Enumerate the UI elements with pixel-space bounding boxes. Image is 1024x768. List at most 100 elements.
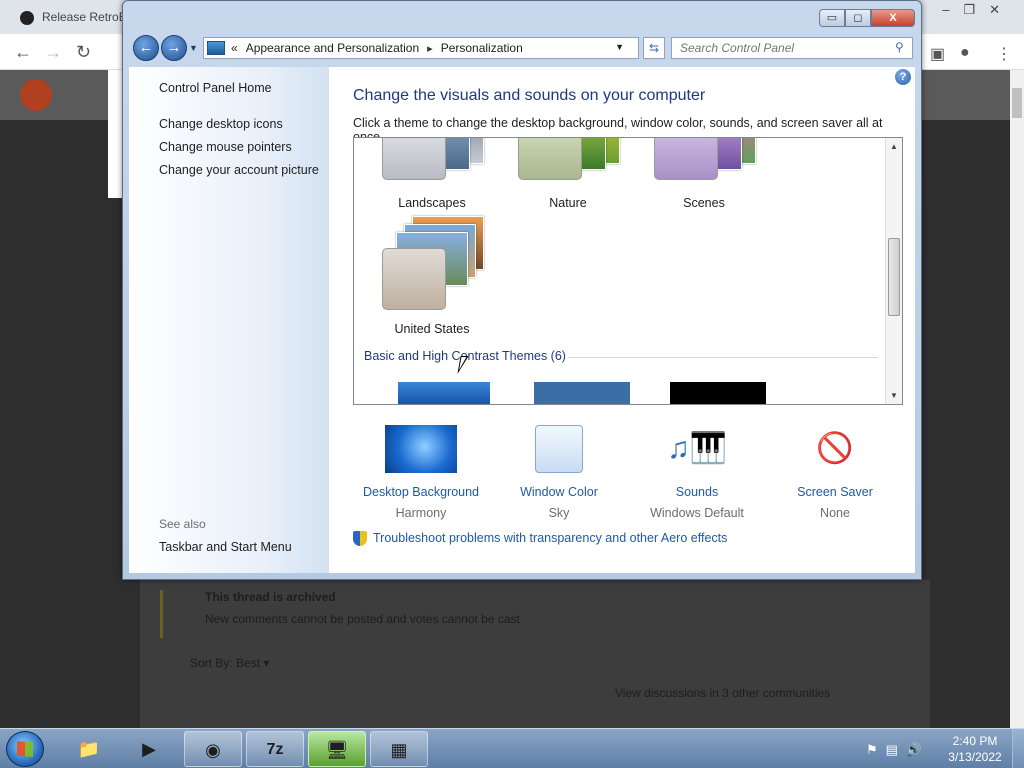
scroll-down-icon[interactable]: ▼: [890, 391, 898, 400]
control-panel-icon: [207, 41, 225, 55]
breadcrumb-personalization[interactable]: Personalization: [441, 41, 523, 55]
window-color-icon: [535, 425, 583, 473]
theme-windows-classic[interactable]: [534, 382, 630, 404]
theme-landscapes-label: Landscapes: [398, 196, 466, 210]
navigation-bar: ← → ▼ « Appearance and Personalization ▸…: [131, 35, 915, 61]
start-button[interactable]: [6, 731, 44, 767]
sounds-link[interactable]: Sounds: [627, 485, 767, 499]
troubleshoot-aero-label: Troubleshoot problems with transparency …: [373, 531, 728, 545]
browser-back-icon[interactable]: ←: [14, 42, 32, 63]
theme-united-states[interactable]: United States: [354, 216, 484, 336]
breadcrumb-overflow[interactable]: «: [231, 41, 238, 55]
notification-area[interactable]: ⚑▤🔊: [866, 742, 930, 758]
taskbar-start-menu-link[interactable]: Taskbar and Start Menu: [159, 540, 292, 554]
theme-landscapes[interactable]: Landscapes: [354, 138, 484, 210]
maximize-button[interactable]: ◻: [845, 9, 871, 27]
close-button[interactable]: X: [871, 9, 915, 27]
gallery-scrollbar[interactable]: ▲ ▼: [885, 138, 902, 404]
browser-forward-icon[interactable]: →: [44, 42, 62, 63]
thread-card: This thread is archived New comments can…: [140, 580, 930, 730]
recent-pages-chevron-icon[interactable]: ▼: [189, 43, 198, 53]
search-icon[interactable]: ⚲: [895, 40, 904, 54]
theme-scenes-preview: [640, 138, 760, 180]
media-player-taskbar-icon[interactable]: ▶: [120, 731, 178, 767]
chrome-taskbar-icon[interactable]: ◉: [184, 731, 242, 767]
reddit-logo[interactable]: [20, 79, 52, 111]
theme-scenes-label: Scenes: [683, 196, 725, 210]
control-panel-taskbar-icon[interactable]: ▦: [370, 731, 428, 767]
remote-desktop-taskbar-icon[interactable]: 🖥: [308, 731, 366, 767]
screen-saver-link[interactable]: Screen Saver: [765, 485, 905, 499]
sounds-value: Windows Default: [650, 506, 744, 520]
window-content: Control Panel Home Change desktop icons …: [129, 67, 915, 573]
change-desktop-icons-link[interactable]: Change desktop icons: [159, 117, 283, 131]
window-color-value: Sky: [548, 506, 570, 520]
archived-notice: This thread is archived New comments can…: [160, 590, 680, 638]
desktop-background-setting[interactable]: Desktop Background Harmony: [351, 425, 491, 520]
theme-settings-row: Desktop Background Harmony Window Color …: [353, 425, 913, 520]
browser-scrollbar[interactable]: [1010, 70, 1024, 728]
archived-title: This thread is archived: [205, 590, 336, 604]
screen-saver-value: None: [820, 506, 850, 520]
browser-window-controls[interactable]: –❐✕: [942, 2, 1014, 18]
group-divider: [568, 357, 878, 358]
theme-nature-label: Nature: [549, 196, 587, 210]
clock-time: 2:40 PM: [952, 734, 998, 748]
window-color-setting[interactable]: Window Color Sky: [489, 425, 629, 520]
show-desktop-button[interactable]: [1012, 729, 1024, 768]
clock-date: 3/13/2022: [948, 750, 1002, 764]
caption-buttons: ▭ ◻ X: [819, 9, 915, 27]
theme-windows-7-basic[interactable]: [398, 382, 490, 404]
change-account-picture-link[interactable]: Change your account picture: [159, 163, 319, 177]
see-also-label: See also: [159, 517, 206, 531]
sort-label: Sort By: Best: [190, 656, 261, 670]
sidebar-toggle-icon[interactable]: ▣: [930, 44, 945, 64]
address-dropdown-icon[interactable]: ▼: [615, 42, 624, 52]
troubleshoot-aero-link[interactable]: Troubleshoot problems with transparency …: [353, 531, 728, 547]
sounds-setting[interactable]: ♫🎹 Sounds Windows Default: [627, 425, 767, 520]
address-bar[interactable]: « Appearance and Personalization ▸ Perso…: [203, 37, 639, 59]
scroll-up-icon[interactable]: ▲: [890, 142, 898, 151]
theme-nature[interactable]: Nature: [490, 138, 620, 210]
theme-nature-preview: [504, 138, 624, 180]
back-button[interactable]: ←: [133, 35, 159, 61]
refresh-button[interactable]: ⇆: [643, 37, 665, 59]
browser-reload-icon[interactable]: ↻: [76, 42, 91, 63]
view-discussions-link[interactable]: View discussions in 3 other communities: [615, 686, 830, 700]
sort-dropdown[interactable]: Sort By: Best ▾: [190, 656, 269, 670]
shield-icon: [353, 531, 367, 547]
theme-united-states-preview: [368, 216, 488, 310]
breadcrumb-separator-icon[interactable]: ▸: [427, 42, 433, 55]
7zip-taskbar-icon[interactable]: 7z: [246, 731, 304, 767]
scroll-thumb[interactable]: [888, 238, 900, 316]
desktop-background-link[interactable]: Desktop Background: [351, 485, 491, 499]
personalization-window: ▭ ◻ X ← → ▼ « Appearance and Personaliza…: [122, 0, 922, 580]
sounds-icon: ♫🎹: [667, 432, 727, 465]
taskbar: 📁 ▶ ◉ 7z 🖥 ▦ ⚑▤🔊 2:40 PM 3/13/2022: [0, 728, 1024, 768]
desktop-background-icon: [385, 425, 457, 473]
minimize-button[interactable]: ▭: [819, 9, 845, 27]
help-icon[interactable]: ?: [895, 69, 911, 85]
browser-menu-icon[interactable]: ⋮: [996, 44, 1012, 64]
search-input[interactable]: [671, 37, 913, 59]
browser-tab-title: Release RetroB: [42, 10, 122, 24]
breadcrumb-appearance[interactable]: Appearance and Personalization: [246, 41, 419, 55]
control-panel-home-link[interactable]: Control Panel Home: [159, 81, 272, 95]
browser-tab[interactable]: Release RetroB: [10, 4, 122, 32]
forward-button[interactable]: →: [161, 35, 187, 61]
screen-saver-setting[interactable]: 🚫 Screen Saver None: [765, 425, 905, 520]
window-color-link[interactable]: Window Color: [489, 485, 629, 499]
github-icon: [20, 10, 34, 25]
archived-text: New comments cannot be posted and votes …: [205, 612, 520, 626]
profile-icon[interactable]: ●: [960, 44, 970, 62]
theme-united-states-label: United States: [394, 322, 470, 336]
theme-gallery: Landscapes Nature Scenes United States B…: [353, 137, 903, 405]
theme-high-contrast[interactable]: [670, 382, 766, 404]
file-explorer-taskbar-icon[interactable]: 📁: [60, 731, 118, 767]
change-mouse-pointers-link[interactable]: Change mouse pointers: [159, 140, 292, 154]
clock[interactable]: 2:40 PM 3/13/2022: [940, 733, 1010, 765]
main-pane: ? Change the visuals and sounds on your …: [329, 67, 915, 573]
screen-saver-icon: 🚫: [816, 432, 854, 465]
task-pane: Control Panel Home Change desktop icons …: [129, 67, 329, 573]
theme-scenes[interactable]: Scenes: [626, 138, 756, 210]
